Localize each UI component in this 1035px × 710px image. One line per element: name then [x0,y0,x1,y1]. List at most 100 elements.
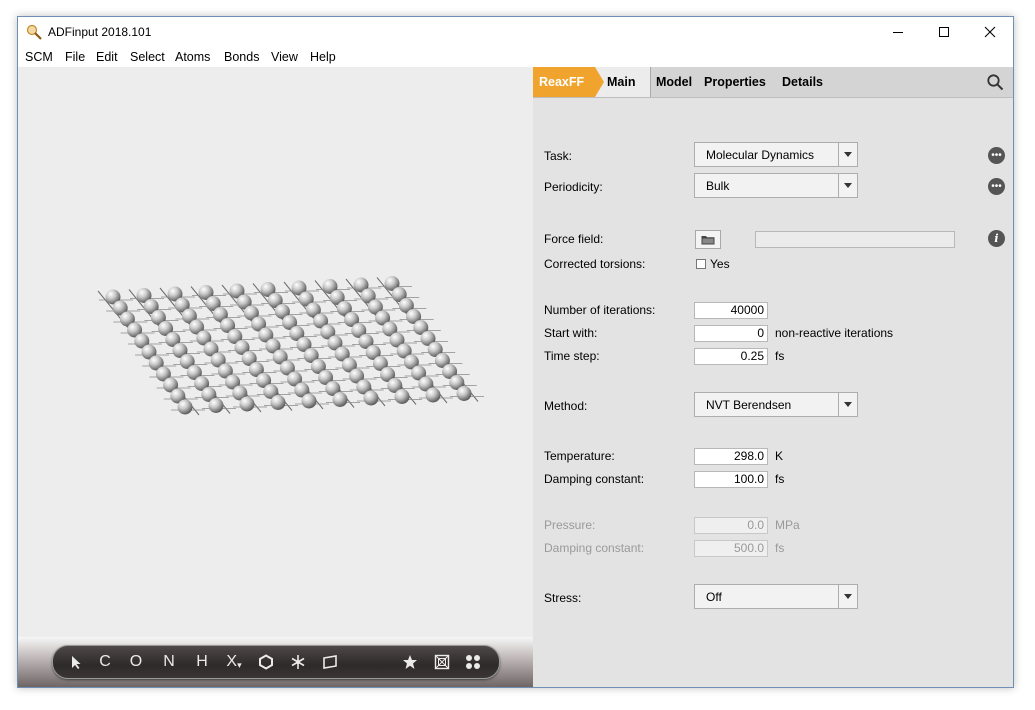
time-step-input[interactable]: 0.25 [694,348,768,365]
task-select[interactable]: Molecular Dynamics [694,142,858,167]
app-window: ADFinput 2018.101 SCM File Edit Select A… [17,16,1014,688]
menu-atoms[interactable]: Atoms [175,50,210,64]
time-step-unit: fs [775,349,785,363]
iterations-input[interactable]: 40000 [694,302,768,319]
task-label: Task: [544,149,573,163]
menu-view[interactable]: View [271,50,298,64]
carbon-tool[interactable]: C [97,652,113,672]
select-arrow-tool[interactable] [67,652,85,672]
damping-input[interactable]: 100.0 [694,471,768,488]
force-field-label: Force field: [544,232,604,246]
menu-select[interactable]: Select [130,50,165,64]
minimize-button[interactable] [875,17,921,47]
damping2-unit: fs [775,541,785,555]
ellipsis-icon: ••• [991,149,1002,161]
start-with-label: Start with: [544,326,598,340]
atom-sphere [456,386,472,401]
pressure-unit: MPa [775,518,800,532]
start-with-input[interactable]: 0 [694,325,768,342]
stress-value: Off [706,590,722,604]
edit-toolbar: C O N H X ▾ [52,645,500,679]
snowflake-icon [291,655,305,669]
menu-scm[interactable]: SCM [25,50,53,64]
periodicity-select[interactable]: Bulk [694,173,858,198]
hexagon-icon [259,654,273,670]
task-value: Molecular Dynamics [706,148,815,162]
crop-box-icon [434,654,450,670]
search-button[interactable] [986,73,1004,91]
atom-lattice [97,276,484,416]
tab-properties[interactable]: Properties [704,67,766,97]
tab-bar: ReaxFF Main Model Properties Details [533,67,1013,98]
maximize-icon [939,27,949,37]
hydrogen-tool[interactable]: H [194,652,210,672]
search-icon [987,74,1004,91]
close-button[interactable] [967,17,1013,47]
atom-group [97,276,484,416]
molecule-viewport[interactable]: C O N H X ▾ [18,67,533,687]
force-field-info-button[interactable]: i [988,230,1005,247]
damping2-input: 500.0 [694,540,768,557]
temperature-label: Temperature: [544,449,615,463]
plane-icon [323,655,337,669]
menu-help[interactable]: Help [310,50,336,64]
folder-icon [701,236,715,245]
title-bar: ADFinput 2018.101 [18,17,1013,47]
arrow-icon [72,656,81,669]
atom-sphere [363,390,379,406]
damping-unit: fs [775,472,785,486]
periodicity-value: Bulk [706,179,730,193]
pressure-label: Pressure: [544,518,596,532]
nitrogen-tool[interactable]: N [161,652,177,672]
window-title: ADFinput 2018.101 [48,25,152,39]
periodicity-label: Periodicity: [544,180,603,194]
molecules-tool[interactable] [464,652,482,672]
atom-sphere [239,396,255,412]
plane-tool[interactable] [321,652,339,672]
atom-sphere [177,399,193,415]
corrected-torsions-checkbox[interactable] [696,259,706,269]
oxygen-tool[interactable]: O [128,652,144,672]
molecules-icon [466,655,480,669]
adf-app-icon [26,24,42,40]
menu-file[interactable]: File [65,50,85,64]
atom-sphere [425,387,441,403]
corrected-torsions-option: Yes [710,257,730,271]
atom-sphere [332,392,348,407]
settings-panel: ReaxFF Main Model Properties Details Tas… [533,67,1013,687]
maximize-button[interactable] [921,17,967,47]
force-field-input[interactable] [755,231,955,248]
ring-tool[interactable] [257,652,275,672]
minimize-icon [893,32,903,33]
temperature-unit: K [775,449,784,463]
method-label: Method: [544,399,588,413]
tab-details[interactable]: Details [782,67,823,97]
freeze-tool[interactable] [289,652,307,672]
damping2-label: Damping constant: [544,541,645,555]
tab-model[interactable]: Model [656,67,692,97]
corrected-torsions-label: Corrected torsions: [544,257,646,271]
time-step-label: Time step: [544,349,600,363]
iterations-label: Number of iterations: [544,303,656,317]
menu-bonds[interactable]: Bonds [224,50,259,64]
temperature-input[interactable]: 298.0 [694,448,768,465]
chevron-down-icon [838,585,857,608]
chevron-down-icon [838,174,857,197]
crop-tool[interactable] [433,652,451,672]
atom-sphere [394,389,410,404]
tab-arrow [595,67,604,97]
periodicity-more-button[interactable]: ••• [988,178,1005,195]
chevron-down-icon [838,393,857,416]
method-value: NVT Berendsen [706,398,792,412]
info-icon: i [994,232,999,245]
method-select[interactable]: NVT Berendsen [694,392,858,417]
tab-reaxff[interactable]: ReaxFF [533,67,595,97]
ellipsis-icon: ••• [991,180,1002,192]
element-picker-tool[interactable]: X ▾ [223,652,245,672]
task-more-button[interactable]: ••• [988,147,1005,164]
stress-select[interactable]: Off [694,584,858,609]
favorite-tool[interactable] [401,652,419,672]
atom-sphere [301,393,317,409]
force-field-browse-button[interactable] [695,230,721,249]
menu-edit[interactable]: Edit [96,50,118,64]
